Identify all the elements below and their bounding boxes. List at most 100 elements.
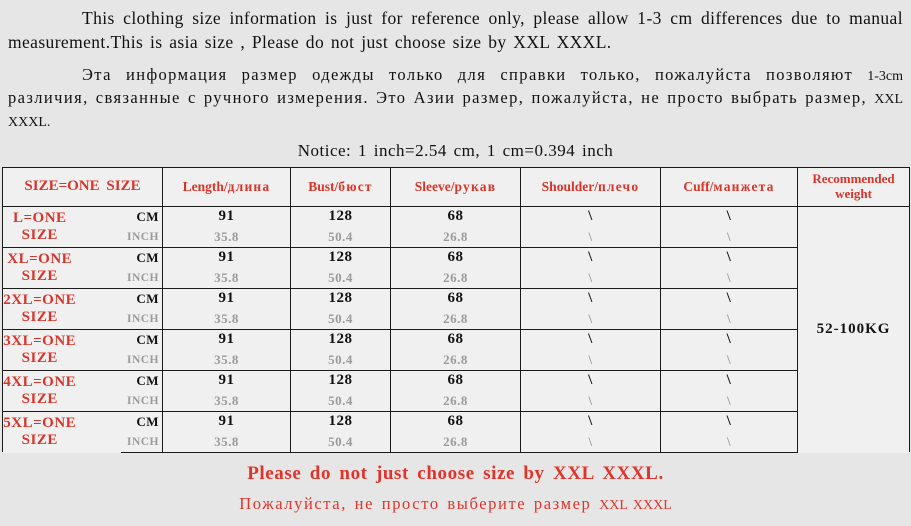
conversion-notice: Notice: 1 inch=2.54 cm, 1 cm=0.394 inch [297,140,614,160]
cell-shoulder-inch: \ [520,431,661,453]
unit-cell-cm: CM [120,369,163,391]
unit-cell-inch: INCH [120,308,163,330]
cell-length-cm: 91 [162,369,291,391]
unit-label-cm: CM [136,413,159,429]
cell-bust-inch: 50.4 [290,308,391,330]
intro-russian-text: Эта информация размер одежды только для … [8,64,903,132]
header-bust-en: Bust/ [308,178,339,194]
cell-sleeve-cm: 68 [390,287,521,309]
header-size: SIZE=ONE SIZE [2,166,163,207]
size-label-cell: 3XL=ONE SIZE [2,328,121,371]
cell-sleeve-cm: 68 [390,410,521,432]
size-label-cell: 5XL=ONE SIZE [2,410,121,453]
cell-cuff-cm: \ [660,246,798,268]
recommended-weight-cell: 52-100KG [797,205,910,453]
cell-length-inch: 35.8 [162,308,291,330]
cell-shoulder-inch: \ [520,349,661,371]
table-row: INCH 35.8 50.4 26.8 \ \ [3,349,910,371]
cell-cuff-inch: \ [660,267,798,289]
cell-shoulder-inch: \ [520,226,661,248]
cell-bust-cm: 128 [290,246,391,268]
cell-bust-cm: 128 [290,410,391,432]
table-row: XL=ONE SIZE CM 91 128 68 \ \ [2,246,910,289]
cell-bust-inch: 50.4 [290,390,391,412]
cell-cuff-cm: \ [660,328,798,350]
intro-russian-part1: Эта информация размер одежды только для … [82,65,868,85]
header-row: SIZE=ONE SIZE Length/длина Bust/бюст Sle… [2,166,910,207]
unit-label-inch: INCH [126,312,159,325]
cell-sleeve-cm: 68 [390,205,521,227]
cell-shoulder-cm: \ [520,287,661,309]
cell-bust-inch: 50.4 [290,267,391,289]
unit-cell-cm: CM [120,287,163,309]
header-shoulder-ru: плечо [597,178,640,194]
table-header: SIZE=ONE SIZE Length/длина Bust/бюст Sle… [2,166,910,207]
cell-length-cm: 91 [162,410,291,432]
size-table: SIZE=ONE SIZE Length/длина Bust/бюст Sle… [2,166,910,453]
table-row: 5XL=ONE SIZE CM 91 128 68 \ \ [2,410,910,453]
intro-section: This clothing size information is just f… [0,0,911,133]
header-length-en: Length/ [182,178,228,194]
unit-cell-cm: CM [120,328,163,350]
header-cuff: Cuff/манжета [660,166,798,207]
size-label-cell: 2XL=ONE SIZE [2,287,121,330]
cell-cuff-inch: \ [660,308,798,330]
header-shoulder: Shoulder/плечо [520,166,661,207]
cell-shoulder-cm: \ [520,369,661,391]
cell-shoulder-cm: \ [520,205,661,227]
cell-cuff-inch: \ [660,431,798,453]
cell-length-inch: 35.8 [162,431,291,453]
unit-label-cm: CM [136,208,159,224]
table-row: L=ONE SIZE CM 91 128 68 \ \ 52-100KG [2,205,910,453]
cell-bust-cm: 128 [290,205,391,227]
cell-cuff-cm: \ [660,287,798,309]
header-length-ru: длина [227,178,271,194]
header-length: Length/длина [162,166,291,207]
cell-length-cm: 91 [162,328,291,350]
unit-cell-inch: INCH [120,431,163,453]
cell-sleeve-inch: 26.8 [390,267,521,289]
cell-sleeve-inch: 26.8 [390,431,521,453]
cell-length-inch: 35.8 [162,226,291,248]
cell-sleeve-cm: 68 [390,369,521,391]
cell-cuff-inch: \ [660,390,798,412]
footer-russian-sizes: XXL XXXL [599,497,672,513]
cell-sleeve-inch: 26.8 [390,226,521,248]
cell-sleeve-cm: 68 [390,246,521,268]
header-cuff-ru: манжета [713,178,775,194]
unit-label-cm: CM [136,372,159,388]
size-label-cell: 4XL=ONE SIZE [2,369,121,412]
table-body: L=ONE SIZE CM 91 128 68 \ \ 52-100KG INCH 35.8 50.… [2,205,910,453]
cell-cuff-cm: \ [660,369,798,391]
header-sleeve-ru: рукав [454,178,497,194]
cell-shoulder-inch: \ [520,390,661,412]
header-bust-ru: бюст [338,178,373,194]
size-label-cell: L=ONE SIZE [2,205,121,248]
cell-shoulder-cm: \ [520,410,661,432]
unit-label-inch: INCH [126,230,159,243]
unit-cell-inch: INCH [120,267,163,289]
cell-bust-cm: 128 [290,328,391,350]
cell-cuff-inch: \ [660,349,798,371]
cell-shoulder-cm: \ [520,328,661,350]
cell-length-cm: 91 [162,205,291,227]
cell-shoulder-cm: \ [520,246,661,268]
table-row: INCH 35.8 50.4 26.8 \ \ [3,390,910,412]
table-row: INCH 35.8 50.4 26.8 \ \ [3,267,910,289]
cell-sleeve-inch: 26.8 [390,390,521,412]
cell-bust-inch: 50.4 [290,349,391,371]
unit-cell-inch: INCH [120,390,163,412]
intro-russian-measure: 1-3cm [867,69,903,85]
footer-section: Please do not just choose size by XXL XX… [0,453,911,514]
cell-length-inch: 35.8 [162,267,291,289]
header-cuff-en: Cuff/ [683,178,714,194]
header-recommended-weight: Recommended weight [797,166,910,207]
cell-cuff-cm: \ [660,410,798,432]
unit-cell-cm: CM [120,205,163,227]
header-bust: Bust/бюст [290,166,391,207]
cell-shoulder-inch: \ [520,267,661,289]
cell-bust-cm: 128 [290,369,391,391]
cell-cuff-inch: \ [660,226,798,248]
unit-label-inch: INCH [126,435,159,448]
footer-english-warning: Please do not just choose size by XXL XX… [247,462,664,484]
